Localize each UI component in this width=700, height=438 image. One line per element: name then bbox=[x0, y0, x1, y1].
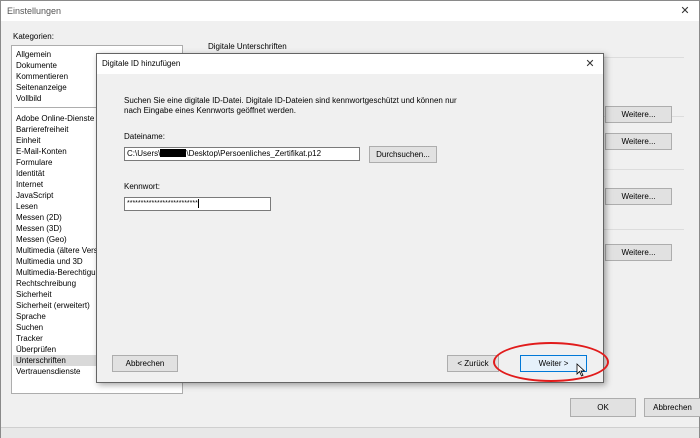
filename-prefix: C:\Users\ bbox=[127, 149, 161, 158]
filename-label: Dateiname: bbox=[124, 132, 165, 141]
horizontal-scrollbar[interactable] bbox=[1, 427, 699, 438]
category-item[interactable]: Dokumente bbox=[16, 60, 57, 71]
category-item[interactable]: Messen (3D) bbox=[16, 223, 62, 234]
category-item[interactable]: Multimedia und 3D bbox=[16, 256, 83, 267]
dialog-title: Digitale ID hinzufügen bbox=[102, 59, 181, 68]
category-item[interactable]: Adobe Online-Dienste bbox=[16, 113, 94, 124]
category-item[interactable]: Barrierefreiheit bbox=[16, 124, 68, 135]
redacted-username bbox=[160, 148, 187, 157]
category-item[interactable]: Messen (Geo) bbox=[16, 234, 67, 245]
password-input[interactable]: ************************** bbox=[124, 197, 271, 211]
category-item[interactable]: Sicherheit (erweitert) bbox=[16, 300, 90, 311]
filename-suffix: \Desktop\Persoenliches_Zertifikat.p12 bbox=[186, 149, 322, 158]
password-label: Kennwort: bbox=[124, 182, 161, 191]
filename-input[interactable]: C:\Users\ \Desktop\Persoenliches_Zertifik… bbox=[124, 147, 360, 161]
window-close-icon[interactable]: ✕ bbox=[677, 4, 693, 18]
category-item[interactable]: Formulare bbox=[16, 157, 52, 168]
right-panel-heading: Digitale Unterschriften bbox=[208, 42, 287, 51]
add-digital-id-dialog: Digitale ID hinzufügen ✕ Suchen Sie eine… bbox=[96, 53, 604, 383]
category-item[interactable]: Vollbild bbox=[16, 93, 41, 104]
instruction-line-1: Suchen Sie eine digitale ID-Datei. Digit… bbox=[124, 96, 457, 105]
category-item[interactable]: Messen (2D) bbox=[16, 212, 62, 223]
dialog-cancel-button[interactable]: Abbrechen bbox=[112, 355, 178, 372]
categories-label: Kategorien: bbox=[13, 32, 54, 41]
category-item[interactable]: Sprache bbox=[16, 311, 46, 322]
category-item[interactable]: Suchen bbox=[16, 322, 43, 333]
category-item[interactable]: Überprüfen bbox=[16, 344, 56, 355]
password-value: ************************** bbox=[127, 200, 198, 207]
more-button-1[interactable]: Weitere... bbox=[605, 106, 672, 123]
instruction-line-2: nach Eingabe eines Kennworts geöffnet we… bbox=[124, 106, 296, 115]
footer-cancel-button[interactable]: Abbrechen bbox=[644, 398, 700, 417]
back-button[interactable]: < Zurück bbox=[447, 355, 499, 372]
category-item[interactable]: Einheit bbox=[16, 135, 40, 146]
dialog-titlebar: Digitale ID hinzufügen ✕ bbox=[97, 54, 603, 74]
category-item[interactable]: Rechtschreibung bbox=[16, 278, 76, 289]
category-item[interactable]: JavaScript bbox=[16, 190, 53, 201]
category-item[interactable]: Sicherheit bbox=[16, 289, 52, 300]
window-title: Einstellungen bbox=[7, 6, 62, 16]
category-item[interactable]: Internet bbox=[16, 179, 43, 190]
dialog-close-icon[interactable]: ✕ bbox=[582, 57, 598, 71]
more-button-2[interactable]: Weitere... bbox=[605, 133, 672, 150]
highlight-ellipse bbox=[493, 342, 609, 382]
more-button-3[interactable]: Weitere... bbox=[605, 188, 672, 205]
category-item[interactable]: Lesen bbox=[16, 201, 38, 212]
category-item[interactable]: Identität bbox=[16, 168, 44, 179]
ok-button[interactable]: OK bbox=[570, 398, 636, 417]
category-item[interactable]: E-Mail-Konten bbox=[16, 146, 67, 157]
text-cursor bbox=[197, 198, 199, 208]
category-item[interactable]: Allgemein bbox=[16, 49, 51, 60]
more-button-4[interactable]: Weitere... bbox=[605, 244, 672, 261]
category-item[interactable]: Vertrauensdienste bbox=[16, 366, 81, 377]
browse-button[interactable]: Durchsuchen... bbox=[369, 146, 437, 163]
settings-titlebar: Einstellungen ✕ bbox=[1, 1, 699, 21]
category-item[interactable]: Seitenanzeige bbox=[16, 82, 67, 93]
category-item[interactable]: Tracker bbox=[16, 333, 43, 344]
category-item[interactable]: Kommentieren bbox=[16, 71, 68, 82]
